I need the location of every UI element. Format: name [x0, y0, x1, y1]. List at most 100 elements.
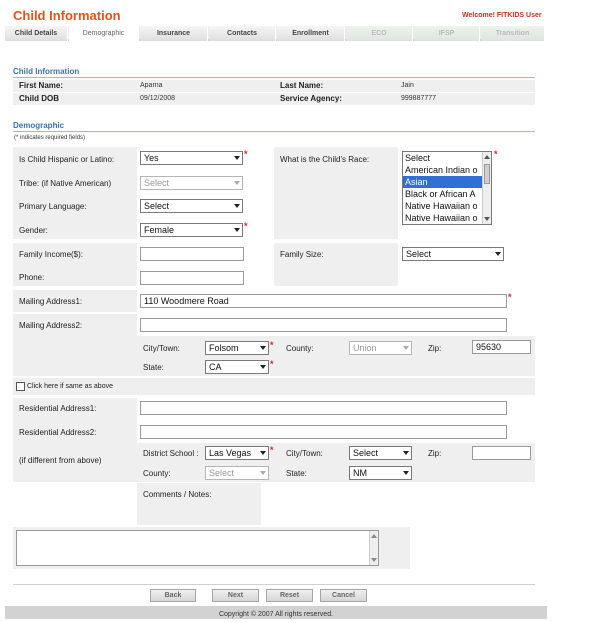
- residential-county-select-value: Select: [209, 468, 235, 478]
- gender-label: Gender:: [19, 226, 48, 235]
- county-select-value: Union: [353, 343, 377, 353]
- required-star: *: [270, 340, 274, 350]
- scroll-thumb[interactable]: [484, 164, 490, 184]
- county-select: Union: [349, 341, 412, 355]
- residential-county-label: County:: [143, 469, 171, 478]
- last-name-label: Last Name:: [280, 81, 324, 90]
- phone-input[interactable]: [140, 271, 244, 285]
- same-as-above-checkbox[interactable]: [16, 382, 25, 391]
- district-school-select-value: Las Vegas: [209, 448, 252, 458]
- chevron-down-icon: [234, 228, 240, 232]
- child-info-section-title: Child Information: [13, 67, 80, 76]
- tab-contacts[interactable]: Contacts: [209, 26, 276, 41]
- language-select-value: Select: [144, 201, 170, 211]
- race-option[interactable]: Native Hawaiian o: [403, 200, 491, 212]
- language-select[interactable]: Select: [140, 199, 243, 213]
- city-select[interactable]: Folsom: [205, 341, 269, 355]
- scroll-down-icon[interactable]: [484, 217, 490, 221]
- district-school-select[interactable]: Las Vegas: [205, 446, 269, 460]
- if-different-label: (if different from above): [19, 456, 102, 465]
- income-input[interactable]: [140, 247, 244, 261]
- city-select-value: Folsom: [209, 343, 239, 353]
- chevron-down-icon: [260, 346, 266, 350]
- tab-insurance[interactable]: Insurance: [140, 26, 208, 41]
- tribe-select-value: Select: [144, 178, 170, 188]
- comments-textarea[interactable]: [16, 530, 379, 566]
- zip-input[interactable]: 95630: [472, 340, 531, 354]
- hispanic-select[interactable]: Yes: [140, 151, 243, 165]
- residential-address1-input[interactable]: [140, 401, 507, 415]
- section-divider: [13, 131, 535, 132]
- scroll-up-icon[interactable]: [371, 534, 377, 538]
- tab-child-details[interactable]: Child Details: [5, 26, 68, 41]
- residential-zip-label: Zip:: [428, 449, 442, 458]
- residential-city-select[interactable]: Select: [349, 446, 412, 460]
- comments-label: Comments / Notes:: [143, 490, 212, 499]
- chevron-down-icon: [260, 365, 266, 369]
- chevron-down-icon: [234, 156, 240, 160]
- chevron-down-icon: [403, 346, 409, 350]
- mailing-address2-label: Mailing Address2:: [19, 321, 83, 330]
- residential-zip-input[interactable]: [472, 446, 531, 460]
- reset-button[interactable]: Reset: [266, 589, 313, 602]
- required-star: *: [244, 221, 248, 231]
- race-listbox[interactable]: Select American Indian o Asian Black or …: [402, 151, 492, 225]
- state-select[interactable]: CA: [205, 360, 269, 374]
- family-size-select[interactable]: Select: [402, 247, 504, 261]
- residential-state-select-value: NM: [353, 468, 367, 478]
- required-star: *: [270, 359, 274, 369]
- income-label: Family Income($):: [19, 250, 84, 259]
- chevron-down-icon: [260, 471, 266, 475]
- race-scrollbar[interactable]: [482, 152, 491, 224]
- chevron-down-icon: [234, 204, 240, 208]
- phone-label: Phone:: [19, 273, 45, 282]
- child-info-row-1: [13, 80, 535, 92]
- required-star: *: [244, 149, 248, 159]
- dob-value: 09/12/2008: [140, 95, 176, 102]
- required-star: *: [508, 292, 512, 302]
- chevron-down-icon: [234, 181, 240, 185]
- race-option[interactable]: Select: [403, 152, 491, 164]
- race-label: What is the Child's Race:: [280, 155, 370, 164]
- required-note-text: indicates required fields): [18, 135, 86, 141]
- race-option[interactable]: American Indian o: [403, 164, 491, 176]
- mailing-address1-input[interactable]: 110 Woodmere Road: [140, 294, 507, 308]
- residential-address2-input[interactable]: [140, 425, 507, 439]
- required-star: *: [270, 445, 274, 455]
- residential-county-select: Select: [205, 466, 269, 480]
- tribe-select: Select: [140, 176, 243, 190]
- tab-demographic[interactable]: Demographic: [69, 26, 139, 41]
- gender-select-value: Female: [144, 225, 175, 235]
- residential-city-select-value: Select: [353, 448, 379, 458]
- page-title: Child Information: [13, 8, 121, 23]
- race-option-selected[interactable]: Asian: [403, 176, 491, 188]
- tab-enrollment[interactable]: Enrollment: [277, 26, 345, 41]
- same-as-above-label: Click here if same as above: [27, 383, 113, 390]
- tab-ifsp: IFSP: [414, 26, 480, 41]
- comments-scrollbar[interactable]: [369, 531, 378, 565]
- back-button[interactable]: Back: [150, 589, 196, 602]
- chevron-down-icon: [403, 451, 409, 455]
- zip-label: Zip:: [428, 344, 442, 353]
- last-name-value: Jain: [401, 82, 414, 89]
- mailing-address2-input[interactable]: [140, 318, 507, 332]
- cancel-button[interactable]: Cancel: [320, 589, 367, 602]
- tab-bar: Child Details Demographic Insurance Cont…: [5, 26, 545, 41]
- next-button[interactable]: Next: [212, 589, 259, 602]
- family-size-select-value: Select: [406, 249, 432, 259]
- scroll-down-icon[interactable]: [371, 558, 377, 562]
- residential-state-select[interactable]: NM: [349, 466, 412, 480]
- residential-address1-label: Residential Address1:: [19, 404, 97, 413]
- tab-transition: Transition: [481, 26, 545, 41]
- dob-label: Child DOB: [19, 94, 59, 103]
- scroll-up-icon[interactable]: [484, 155, 490, 159]
- race-option[interactable]: Native Hawaiian o: [403, 212, 491, 224]
- child-info-row-2: [13, 93, 535, 105]
- city-label: City/Town:: [143, 344, 180, 353]
- gender-select[interactable]: Female: [140, 223, 243, 237]
- tribe-label: Tribe: (if Native American): [19, 179, 112, 188]
- buttons-divider: [13, 584, 535, 585]
- hispanic-select-value: Yes: [144, 153, 159, 163]
- race-option[interactable]: Black or African A: [403, 188, 491, 200]
- welcome-message: Welcome! FITKIDS User: [462, 12, 542, 19]
